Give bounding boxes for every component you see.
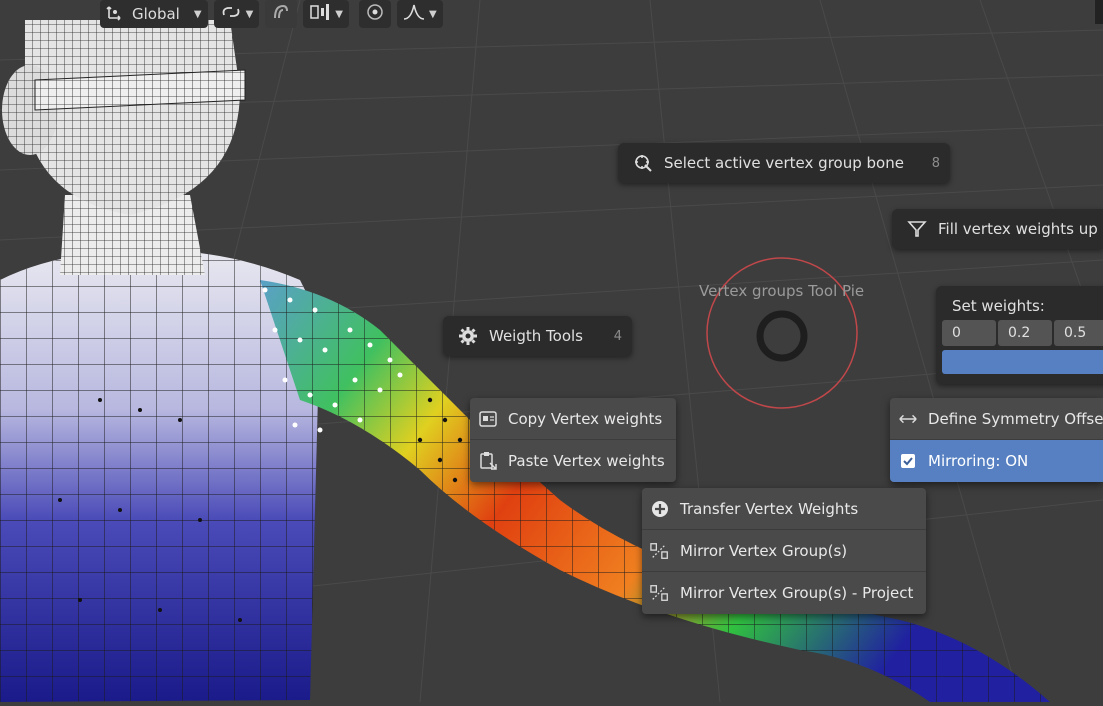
chevron-down-icon: ▼ <box>428 8 437 20</box>
arrows-horizontal-icon <box>898 409 918 429</box>
proportional-edit-icon <box>365 2 385 26</box>
add-circle-icon <box>650 499 670 519</box>
fill-vertex-weights-up-button[interactable]: Fill vertex weights up <box>892 209 1103 249</box>
copy-paste-weights-menu: Copy Vertex weights Paste Vertex weights <box>470 398 676 482</box>
select-active-vertex-group-bone-button[interactable]: Select active vertex group bone 8 <box>618 143 950 183</box>
transfer-mirror-menu: Transfer Vertex Weights Mirror Vertex Gr… <box>642 488 926 614</box>
chevron-down-icon: ▼ <box>193 8 202 20</box>
mirror-vertex-groups-project-item[interactable]: Mirror Vertex Group(s) - Project <box>642 572 926 614</box>
weigth-tools-label: Weigth Tools <box>489 327 583 345</box>
snap-toggle[interactable] <box>265 0 298 28</box>
filter-icon <box>906 218 928 240</box>
copy-icon <box>478 409 498 429</box>
weight-value-slider[interactable] <box>942 350 1103 374</box>
chevron-down-icon: ▼ <box>335 8 343 20</box>
mirroring-label: Mirroring: ON <box>928 452 1029 470</box>
transfer-vertex-weights-item[interactable]: Transfer Vertex Weights <box>642 488 926 530</box>
transform-orientation-icon <box>106 3 124 25</box>
bone-select-icon <box>632 152 654 174</box>
gear-icon <box>457 325 479 347</box>
define-symmetry-offset-label: Define Symmetry Offset <box>928 409 1103 428</box>
paste-vertex-weights-item[interactable]: Paste Vertex weights <box>470 440 676 482</box>
pivot-icon <box>309 3 331 25</box>
falloff-dropdown[interactable]: ▼ <box>396 0 443 28</box>
weigth-tools-button[interactable]: Weigth Tools 4 <box>443 316 632 356</box>
pivot-dropdown[interactable]: ▼ <box>303 0 349 28</box>
hotkey-label: 8 <box>931 155 940 171</box>
symmetry-menu: Define Symmetry Offset Mirroring: ON <box>890 398 1103 482</box>
paste-icon <box>478 451 498 471</box>
set-weights-panel: Set weights: 0 0.2 0.5 <box>936 286 1103 384</box>
pie-menu-title: Vertex groups Tool Pie <box>699 282 865 300</box>
transfer-vertex-weights-label: Transfer Vertex Weights <box>680 499 859 518</box>
mirror-vertex-groups-item[interactable]: Mirror Vertex Group(s) <box>642 530 926 572</box>
link-icon <box>220 3 242 25</box>
mirror-icon <box>650 541 670 561</box>
link-dropdown[interactable]: ▼ <box>213 0 260 28</box>
define-symmetry-offset-item[interactable]: Define Symmetry Offset <box>890 398 1103 440</box>
viewport-header-toolbar: Global ▼ ▼ ▼ ▼ <box>100 0 443 28</box>
mirror-vertex-groups-project-label: Mirror Vertex Group(s) - Project <box>680 584 914 602</box>
set-weight-0-button[interactable]: 0 <box>942 320 996 346</box>
mirror-vertex-groups-label: Mirror Vertex Group(s) <box>680 541 848 560</box>
set-weight-0.5-button[interactable]: 0.5 <box>1054 320 1103 346</box>
mirror-icon <box>650 583 670 603</box>
copy-vertex-weights-label: Copy Vertex weights <box>508 409 663 428</box>
pie-center-ring <box>756 310 808 362</box>
set-weight-0.2-button[interactable]: 0.2 <box>998 320 1052 346</box>
transform-orientation-label: Global <box>132 5 180 23</box>
checkbox-checked-icon[interactable] <box>898 451 918 471</box>
proportional-edit-toggle[interactable] <box>358 0 391 28</box>
chevron-down-icon: ▼ <box>245 8 254 20</box>
copy-vertex-weights-item[interactable]: Copy Vertex weights <box>470 398 676 440</box>
transform-orientation-dropdown[interactable]: Global ▼ <box>100 0 208 28</box>
fill-vertex-weights-up-label: Fill vertex weights up <box>938 220 1098 238</box>
falloff-icon <box>403 3 425 25</box>
header-edge-button[interactable] <box>1095 0 1103 24</box>
paste-vertex-weights-label: Paste Vertex weights <box>508 452 665 470</box>
hotkey-label: 4 <box>613 328 622 344</box>
set-weights-buttons: 0 0.2 0.5 <box>942 320 1103 346</box>
select-active-vertex-group-bone-label: Select active vertex group bone <box>664 154 904 172</box>
snap-icon <box>271 2 291 26</box>
mirroring-toggle-item[interactable]: Mirroring: ON <box>890 440 1103 482</box>
set-weights-title: Set weights: <box>952 297 1045 315</box>
